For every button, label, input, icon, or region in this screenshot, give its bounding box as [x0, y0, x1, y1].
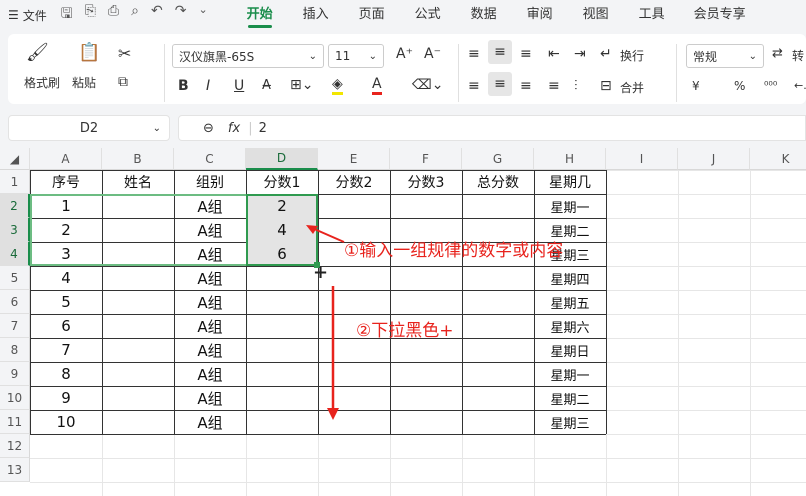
annotation-arrow — [311, 227, 345, 243]
fill-handle-cursor-icon: + — [313, 262, 329, 283]
annotation-step2: ②下拉黑色+ — [356, 321, 454, 341]
annotation-step1: ①输入一组规律的数字或内容 — [344, 241, 564, 261]
arrow-head — [327, 408, 339, 420]
